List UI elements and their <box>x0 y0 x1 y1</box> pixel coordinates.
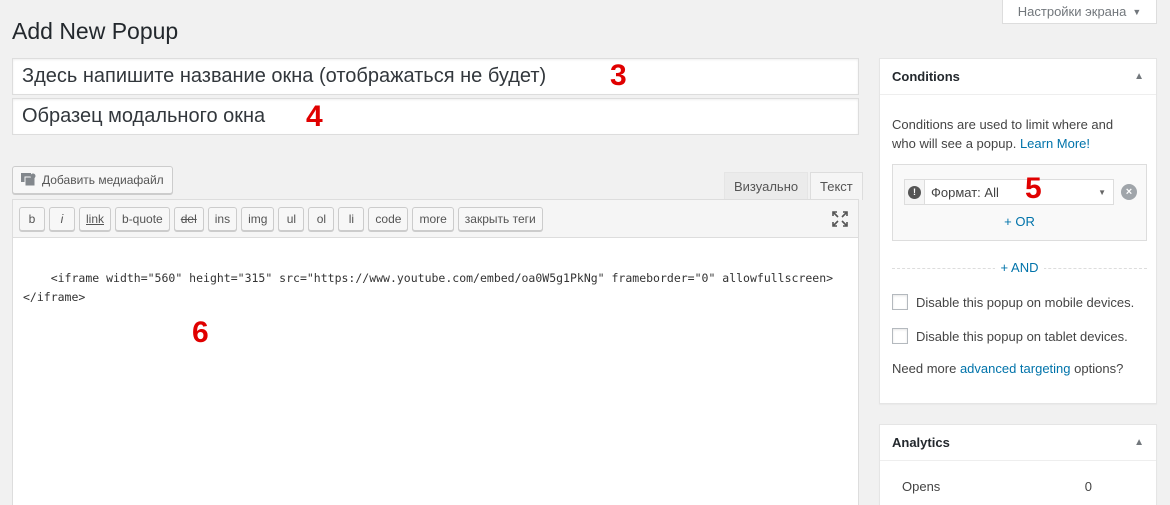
tab-text[interactable]: Текст <box>810 172 863 200</box>
popup-title-value: Образец модального окна <box>22 105 266 127</box>
code-textarea[interactable]: <iframe width="560" height="315" src="ht… <box>13 238 858 505</box>
ul-button[interactable]: ul <box>278 206 305 231</box>
more-suffix: options? <box>1074 361 1124 376</box>
tab-text-label: Текст <box>820 179 853 194</box>
code-button[interactable]: code <box>368 206 409 231</box>
ins-button[interactable]: ins <box>207 206 238 231</box>
bold-button[interactable]: b <box>19 206 45 231</box>
add-or-link[interactable]: + OR <box>893 214 1146 229</box>
popup-title-input[interactable]: Образец модального окна <box>12 98 859 135</box>
tab-visual-label: Визуально <box>734 179 799 194</box>
screen-options-button[interactable]: Настройки экрана ▼ <box>1002 0 1157 24</box>
li-button[interactable]: li <box>338 206 365 231</box>
conditions-title: Conditions <box>892 69 960 84</box>
condition-select[interactable]: ! Формат: All ▼ <box>904 179 1114 205</box>
advanced-targeting-link[interactable]: advanced targeting <box>960 361 1071 376</box>
quicktags-toolbar: b i link b-quote del ins img ul ol li co… <box>13 200 858 238</box>
tab-visual[interactable]: Визуально <box>724 172 809 200</box>
annotation-6: 6 <box>192 316 209 349</box>
disable-tablet-option[interactable]: Disable this popup on tablet devices. <box>892 328 1128 344</box>
analytics-header[interactable]: Analytics ▲ <box>880 425 1156 461</box>
opens-stat-row: Opens 0 <box>902 479 1092 494</box>
not-operand-toggle[interactable]: ! <box>905 180 925 204</box>
popup-name-value: Здесь напишите название окна (отображать… <box>22 65 547 87</box>
analytics-title: Analytics <box>892 435 950 450</box>
chevron-down-icon: ▼ <box>1098 187 1106 197</box>
media-icon <box>21 173 37 187</box>
conditions-header[interactable]: Conditions ▲ <box>880 59 1156 95</box>
condition-select-value: Формат: All <box>931 184 999 200</box>
content-editor: b i link b-quote del ins img ul ol li co… <box>12 199 859 505</box>
add-and-row: + AND <box>892 259 1147 277</box>
img-button[interactable]: img <box>241 206 275 231</box>
link-button[interactable]: link <box>79 206 112 231</box>
annotation-3: 3 <box>610 59 627 92</box>
collapse-icon[interactable]: ▲ <box>1134 437 1144 448</box>
chevron-down-icon: ▼ <box>1132 6 1142 17</box>
italic-button[interactable]: i <box>49 206 75 231</box>
del-button[interactable]: del <box>173 206 204 231</box>
advanced-targeting-note: Need more advanced targeting options? <box>892 361 1123 376</box>
conditions-box: Conditions ▲ Conditions are used to limi… <box>879 58 1157 404</box>
popup-name-input[interactable]: Здесь напишите название окна (отображать… <box>12 58 859 95</box>
annotation-4: 4 <box>306 100 323 133</box>
more-prefix: Need more <box>892 361 957 376</box>
page-title: Add New Popup <box>12 18 179 44</box>
remove-condition-icon[interactable]: × <box>1121 184 1137 200</box>
blockquote-button[interactable]: b-quote <box>115 206 170 231</box>
ol-button[interactable]: ol <box>308 206 335 231</box>
add-media-button[interactable]: Добавить медиафайл <box>12 166 173 194</box>
add-and-link[interactable]: + AND <box>994 260 1045 275</box>
disable-tablet-label: Disable this popup on tablet devices. <box>916 328 1128 344</box>
analytics-box: Analytics ▲ Opens 0 <box>879 424 1157 505</box>
disable-mobile-label: Disable this popup on mobile devices. <box>916 294 1135 310</box>
exclamation-icon: ! <box>908 185 921 199</box>
conditions-description: Conditions are used to limit where and w… <box>880 115 1150 153</box>
fullscreen-icon[interactable] <box>832 211 848 227</box>
disable-mobile-checkbox[interactable] <box>892 294 908 310</box>
disable-tablet-checkbox[interactable] <box>892 328 908 344</box>
opens-label: Opens <box>902 479 941 494</box>
condition-group: ! Формат: All ▼ × + OR <box>892 164 1147 241</box>
screen-options-label: Настройки экрана <box>1017 4 1127 19</box>
collapse-icon[interactable]: ▲ <box>1134 71 1144 82</box>
add-media-label: Добавить медиафайл <box>42 173 164 187</box>
more-button[interactable]: more <box>412 206 454 231</box>
close-tags-button[interactable]: закрыть теги <box>457 206 543 231</box>
opens-value: 0 <box>1084 479 1092 494</box>
learn-more-link[interactable]: Learn More! <box>1020 136 1090 151</box>
code-content: <iframe width="560" height="315" src="ht… <box>23 271 834 304</box>
annotation-5: 5 <box>1025 172 1042 205</box>
disable-mobile-option[interactable]: Disable this popup on mobile devices. <box>892 294 1134 310</box>
